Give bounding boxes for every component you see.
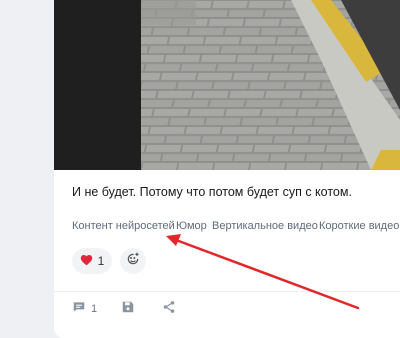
add-reaction-button[interactable] [120,248,146,274]
heart-icon [80,254,93,269]
like-count: 1 [97,254,105,268]
comments-button[interactable]: 1 [72,300,97,317]
tag-ai-content[interactable]: Контент нейросетей [72,220,175,232]
comment-count: 1 [91,302,98,315]
emoji-add-icon [125,251,141,272]
video-letterbox [54,0,141,170]
tag-humor[interactable]: Юмор [176,220,207,232]
footer-divider [54,291,400,292]
save-icon [121,300,135,317]
tag-short-video[interactable]: Короткие видео [319,220,399,232]
share-icon [162,300,176,317]
pavement-image [141,0,400,170]
tag-vertical-video[interactable]: Вертикальное видео [212,220,318,232]
save-button[interactable] [121,300,135,317]
like-button[interactable]: 1 [72,248,112,274]
post-caption: И не будет. Потому что потом будет суп с… [72,185,352,199]
comment-icon [72,300,86,317]
video-preview[interactable] [54,0,400,170]
share-button[interactable] [162,300,176,317]
